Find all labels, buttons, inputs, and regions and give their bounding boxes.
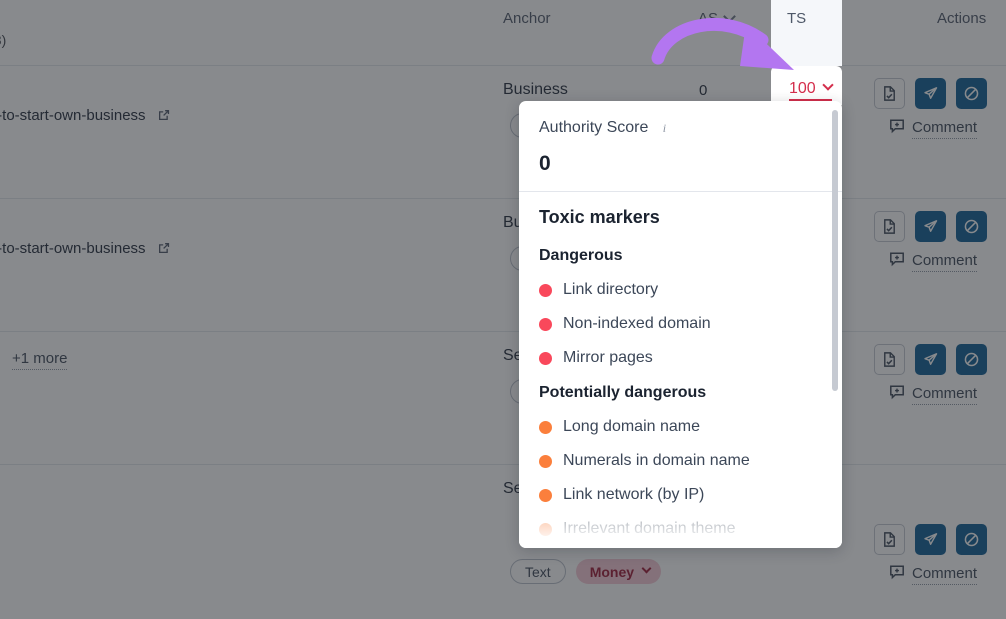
- comment-label: Comment: [912, 252, 978, 272]
- comment-add-icon: [889, 251, 905, 272]
- show-more-link[interactable]: +1 more: [12, 350, 68, 370]
- row-pill-money[interactable]: Money: [575, 559, 662, 584]
- column-header-anchor: Anchor: [503, 10, 551, 27]
- ts-score-trigger[interactable]: 100: [771, 66, 842, 105]
- chevron-down-icon: [723, 9, 736, 23]
- marker-group-title-dangerous: Dangerous: [539, 247, 623, 264]
- dropdown-scrollbar[interactable]: [832, 110, 838, 539]
- external-link-icon: [157, 108, 171, 126]
- severity-dot-icon: [539, 317, 552, 331]
- document-check-icon[interactable]: [874, 344, 905, 375]
- marker-label: Irrelevant domain theme: [563, 520, 736, 537]
- send-icon[interactable]: [915, 524, 946, 555]
- toxic-markers-section: Toxic markers Dangerous Link directory N…: [519, 192, 842, 538]
- comment-action[interactable]: Comment: [889, 251, 978, 272]
- marker-group-title-potentially-dangerous: Potentially dangerous: [539, 384, 707, 401]
- row-url-text: ow-to-start-own-business: [0, 107, 146, 124]
- severity-dot-icon: [539, 522, 552, 536]
- comment-add-icon: [889, 118, 905, 139]
- row-url-text: ow-to-start-own-business: [0, 240, 146, 257]
- table-row: +1 more Se T Comment: [0, 332, 1006, 465]
- table-row: Se 100 Text Money: [0, 465, 1006, 619]
- marker-item: Link directory: [539, 281, 822, 299]
- block-icon[interactable]: [956, 524, 987, 555]
- comment-label: Comment: [912, 385, 978, 405]
- comment-label: Comment: [912, 119, 978, 139]
- authority-score-section: Authority Score i 0: [519, 101, 842, 192]
- external-link-icon: [157, 241, 171, 259]
- column-header-ts-label: TS: [787, 10, 807, 27]
- row-anchor-text: Business: [503, 81, 568, 98]
- authority-score-header: Authority Score i: [539, 119, 822, 137]
- comment-add-icon: [889, 384, 905, 405]
- ts-score-number: 100: [789, 80, 816, 97]
- chevron-down-icon: [822, 79, 834, 91]
- toxic-markers-title: Toxic markers: [539, 207, 660, 227]
- comment-action[interactable]: Comment: [889, 384, 978, 405]
- send-icon[interactable]: [915, 344, 946, 375]
- marker-label: Non-indexed domain: [563, 315, 711, 332]
- comment-label: Comment: [912, 565, 978, 585]
- marker-label: Mirror pages: [563, 349, 653, 366]
- ts-score-value: 100: [789, 79, 834, 101]
- marker-item: Link network (by IP): [539, 486, 822, 504]
- block-icon[interactable]: [956, 344, 987, 375]
- authority-score-label: Authority Score: [539, 119, 649, 136]
- block-icon[interactable]: [956, 211, 987, 242]
- column-header-ts-highlighted[interactable]: TS: [771, 0, 842, 66]
- row-actions: [874, 78, 987, 109]
- column-header-actions: Actions: [937, 10, 987, 27]
- document-check-icon[interactable]: [874, 78, 905, 109]
- table-row: ow-to-start-own-business e Business 0 10…: [0, 66, 1006, 199]
- toxicity-score-dropdown: Authority Score i 0 Toxic markers Danger…: [519, 101, 842, 548]
- comment-add-icon: [889, 564, 905, 585]
- row-url[interactable]: ow-to-start-own-business: [0, 240, 171, 259]
- marker-item: Irrelevant domain theme: [539, 520, 822, 538]
- marker-item: Non-indexed domain: [539, 315, 822, 333]
- chevron-down-icon: [641, 563, 652, 574]
- row-pill-money-label: Money: [589, 563, 635, 580]
- marker-item: Numerals in domain name: [539, 452, 822, 470]
- marker-item: Mirror pages: [539, 349, 822, 367]
- comment-action[interactable]: Comment: [889, 564, 978, 585]
- row-pill[interactable]: Text: [510, 559, 566, 584]
- severity-dot-icon: [539, 351, 552, 365]
- send-icon[interactable]: [915, 78, 946, 109]
- severity-dot-icon: [539, 454, 552, 468]
- screen-root: 43) Anchor AS Actions ow-to-start-own-bu…: [0, 0, 1006, 619]
- marker-label: Link network (by IP): [563, 486, 705, 503]
- marker-item: Long domain name: [539, 418, 822, 436]
- severity-dot-icon: [539, 420, 552, 434]
- row-actions: [874, 524, 987, 555]
- row-pill-group: Text Money: [510, 559, 662, 584]
- header-count-fragment: 43): [0, 32, 7, 48]
- document-check-icon[interactable]: [874, 524, 905, 555]
- backlink-audit-table: 43) Anchor AS Actions ow-to-start-own-bu…: [0, 0, 1006, 619]
- marker-label: Long domain name: [563, 418, 700, 435]
- column-header-as-label: AS: [698, 10, 719, 27]
- column-header-as[interactable]: AS: [698, 9, 736, 27]
- marker-label: Link directory: [563, 281, 659, 298]
- table-row: ow-to-start-own-business e Bu T: [0, 199, 1006, 332]
- block-icon[interactable]: [956, 78, 987, 109]
- row-actions: [874, 211, 987, 242]
- severity-dot-icon: [539, 488, 552, 502]
- row-as-value: 0: [699, 82, 708, 99]
- row-actions: [874, 344, 987, 375]
- send-icon[interactable]: [915, 211, 946, 242]
- authority-score-value: 0: [539, 152, 551, 175]
- marker-label: Numerals in domain name: [563, 452, 750, 469]
- severity-dot-icon: [539, 283, 552, 297]
- info-icon[interactable]: i: [657, 121, 671, 135]
- dropdown-scrollbar-thumb[interactable]: [832, 110, 838, 391]
- comment-action[interactable]: Comment: [889, 118, 978, 139]
- table-header-row: 43) Anchor AS Actions: [0, 0, 1006, 66]
- row-url[interactable]: ow-to-start-own-business: [0, 107, 171, 126]
- document-check-icon[interactable]: [874, 211, 905, 242]
